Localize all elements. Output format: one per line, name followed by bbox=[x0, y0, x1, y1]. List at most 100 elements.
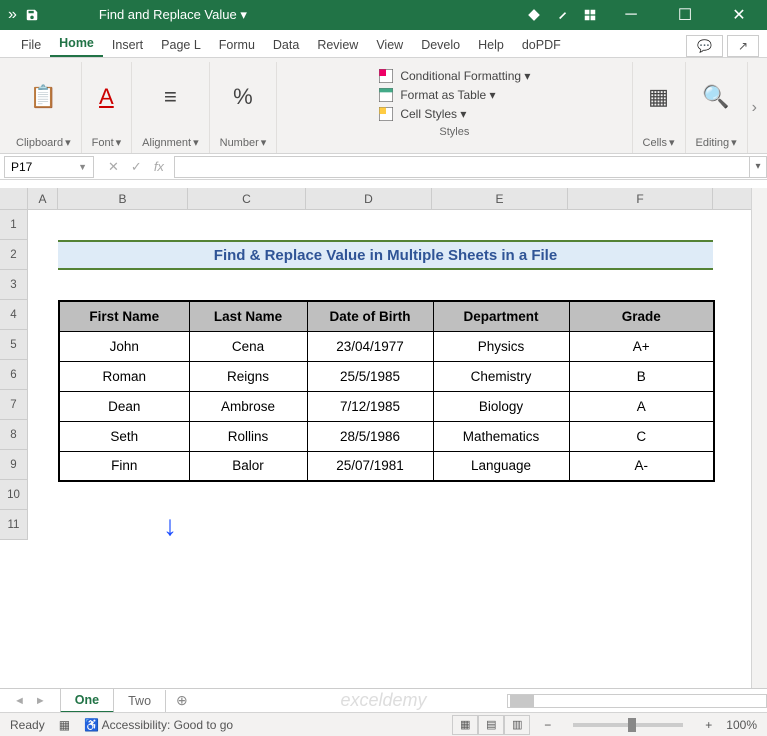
cell[interactable]: A bbox=[569, 391, 714, 421]
expand-formula-bar[interactable]: ▾ bbox=[749, 156, 767, 178]
grid-icon[interactable] bbox=[583, 8, 597, 22]
view-normal[interactable]: ▦ bbox=[452, 715, 478, 735]
col-dob[interactable]: Date of Birth bbox=[307, 301, 433, 331]
cell[interactable]: John bbox=[59, 331, 189, 361]
conditional-formatting-button[interactable]: Conditional Formatting ▾ bbox=[378, 68, 530, 84]
formula-input[interactable] bbox=[174, 156, 749, 178]
cell-styles-button[interactable]: Cell Styles ▾ bbox=[378, 106, 466, 122]
col-header-b[interactable]: B bbox=[58, 188, 188, 209]
cell[interactable]: Dean bbox=[59, 391, 189, 421]
horizontal-scrollbar[interactable] bbox=[507, 694, 767, 708]
sheet-title-band[interactable]: Find & Replace Value in Multiple Sheets … bbox=[58, 240, 713, 270]
paste-icon[interactable]: 📋 bbox=[30, 62, 57, 132]
row-header[interactable]: 7 bbox=[0, 390, 28, 420]
diamond-icon[interactable] bbox=[527, 8, 541, 22]
sheet-nav-next[interactable]: ► bbox=[35, 695, 46, 707]
col-header-d[interactable]: D bbox=[306, 188, 432, 209]
tab-insert[interactable]: Insert bbox=[103, 33, 152, 57]
chevron-down-icon[interactable]: ▾ bbox=[731, 136, 737, 149]
cell[interactable]: 25/07/1981 bbox=[307, 451, 433, 481]
cell[interactable]: Finn bbox=[59, 451, 189, 481]
cell[interactable]: Cena bbox=[189, 331, 307, 361]
row-header[interactable]: 9 bbox=[0, 450, 28, 480]
row-header[interactable]: 6 bbox=[0, 360, 28, 390]
zoom-out-button[interactable]: − bbox=[544, 718, 551, 732]
cell[interactable]: Chemistry bbox=[433, 361, 569, 391]
row-header[interactable]: 4 bbox=[0, 300, 28, 330]
minimize-button[interactable]: ─ bbox=[611, 0, 651, 30]
vertical-scrollbar[interactable] bbox=[751, 188, 767, 688]
row-header[interactable]: 1 bbox=[0, 210, 28, 240]
document-title[interactable]: Find and Replace Value ▾ bbox=[99, 7, 247, 23]
cell[interactable]: A- bbox=[569, 451, 714, 481]
chevron-down-icon[interactable]: ▾ bbox=[65, 136, 71, 149]
share-button[interactable]: ↗ bbox=[727, 35, 759, 57]
tab-dopdf[interactable]: doPDF bbox=[513, 33, 570, 57]
tab-data[interactable]: Data bbox=[264, 33, 308, 57]
cell[interactable]: 28/5/1986 bbox=[307, 421, 433, 451]
cell[interactable]: B bbox=[569, 361, 714, 391]
tab-view[interactable]: View bbox=[367, 33, 412, 57]
format-as-table-button[interactable]: Format as Table ▾ bbox=[378, 87, 495, 103]
wand-icon[interactable] bbox=[555, 8, 569, 22]
col-header-f[interactable]: F bbox=[568, 188, 713, 209]
alignment-icon[interactable]: ≡ bbox=[164, 62, 177, 132]
tab-developer[interactable]: Develo bbox=[412, 33, 469, 57]
macro-record-icon[interactable]: ▦ bbox=[59, 718, 70, 732]
enter-formula-icon[interactable]: ✓ bbox=[131, 159, 142, 175]
quickaccess-more-icon[interactable]: » bbox=[8, 6, 17, 24]
cell[interactable]: Rollins bbox=[189, 421, 307, 451]
select-all-corner[interactable] bbox=[0, 188, 28, 209]
cell[interactable]: 25/5/1985 bbox=[307, 361, 433, 391]
cell[interactable]: Seth bbox=[59, 421, 189, 451]
maximize-button[interactable]: ☐ bbox=[665, 0, 705, 30]
cell[interactable]: Physics bbox=[433, 331, 569, 361]
cell[interactable]: C bbox=[569, 421, 714, 451]
add-sheet-button[interactable]: ⊕ bbox=[166, 692, 198, 709]
sheet-nav-prev[interactable]: ◄ bbox=[14, 695, 25, 707]
sheet-tab-two[interactable]: Two bbox=[114, 690, 166, 712]
tab-home[interactable]: Home bbox=[50, 31, 103, 57]
chevron-down-icon[interactable]: ▾ bbox=[193, 136, 199, 149]
zoom-slider[interactable] bbox=[573, 723, 683, 727]
number-icon[interactable]: % bbox=[233, 62, 253, 132]
cell[interactable]: Biology bbox=[433, 391, 569, 421]
cell[interactable]: Balor bbox=[189, 451, 307, 481]
chevron-down-icon[interactable]: ▾ bbox=[669, 136, 675, 149]
row-header[interactable]: 10 bbox=[0, 480, 28, 510]
view-pagelayout[interactable]: ▤ bbox=[478, 715, 504, 735]
col-department[interactable]: Department bbox=[433, 301, 569, 331]
cells-icon[interactable]: ▦ bbox=[648, 62, 669, 132]
row-header[interactable]: 2 bbox=[0, 240, 28, 270]
ribbon-scroll-right[interactable]: › bbox=[748, 99, 761, 117]
cell[interactable]: Roman bbox=[59, 361, 189, 391]
fx-icon[interactable]: fx bbox=[154, 159, 164, 175]
sheet-tab-one[interactable]: One bbox=[60, 688, 114, 713]
tab-formulas[interactable]: Formu bbox=[210, 33, 264, 57]
tab-file[interactable]: File bbox=[12, 33, 50, 57]
comments-button[interactable]: 💬 bbox=[686, 35, 723, 57]
name-box[interactable]: P17 ▼ bbox=[4, 156, 94, 178]
col-grade[interactable]: Grade bbox=[569, 301, 714, 331]
col-header-a[interactable]: A bbox=[28, 188, 58, 209]
chevron-down-icon[interactable]: ▼ bbox=[78, 162, 87, 172]
font-icon[interactable]: A bbox=[99, 62, 114, 132]
save-icon[interactable] bbox=[25, 8, 39, 22]
tab-review[interactable]: Review bbox=[308, 33, 367, 57]
cell[interactable]: Mathematics bbox=[433, 421, 569, 451]
row-header[interactable]: 8 bbox=[0, 420, 28, 450]
chevron-down-icon[interactable]: ▾ bbox=[116, 136, 122, 149]
zoom-in-button[interactable]: + bbox=[705, 718, 712, 732]
cell[interactable]: 7/12/1985 bbox=[307, 391, 433, 421]
col-lastname[interactable]: Last Name bbox=[189, 301, 307, 331]
cell[interactable]: Language bbox=[433, 451, 569, 481]
cell[interactable]: Reigns bbox=[189, 361, 307, 391]
editing-icon[interactable]: 🔍 bbox=[702, 62, 729, 132]
tab-help[interactable]: Help bbox=[469, 33, 513, 57]
cell[interactable]: Ambrose bbox=[189, 391, 307, 421]
cancel-formula-icon[interactable]: ✕ bbox=[108, 159, 119, 175]
cell[interactable]: A+ bbox=[569, 331, 714, 361]
row-header[interactable]: 5 bbox=[0, 330, 28, 360]
row-header[interactable]: 11 bbox=[0, 510, 28, 540]
zoom-level[interactable]: 100% bbox=[726, 718, 757, 732]
